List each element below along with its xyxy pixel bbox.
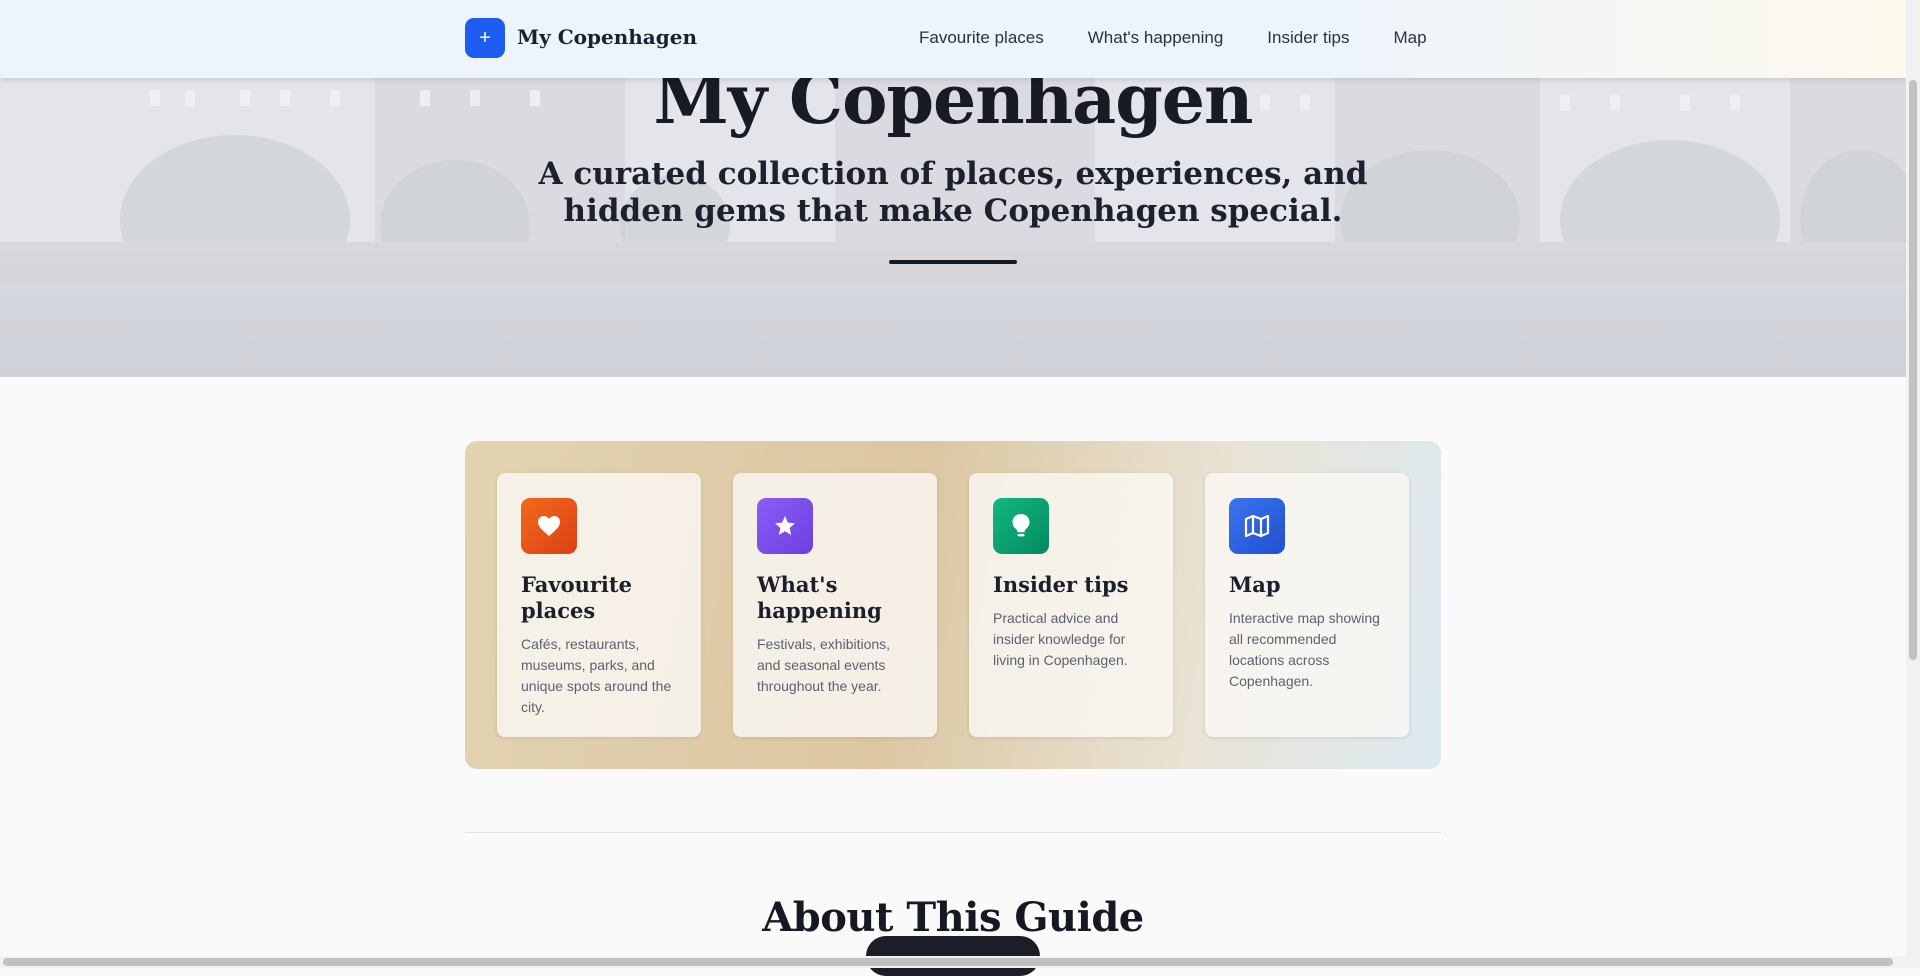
logo-text[interactable]: My Copenhagen: [517, 25, 697, 49]
hero-divider: [889, 260, 1017, 264]
hero-subtitle: A curated collection of places, experien…: [0, 156, 1906, 230]
hero-subtitle-line-1: A curated collection of places, experien…: [538, 156, 1368, 192]
horizontal-scrollbar-thumb[interactable]: [3, 958, 1893, 966]
feature-cards-panel: Favourite places Cafés, restaurants, mus…: [465, 441, 1441, 769]
lightbulb-icon: [993, 498, 1049, 554]
section-divider: [465, 832, 1441, 833]
top-navigation: + My Copenhagen Favourite places What's …: [0, 0, 1906, 78]
feature-card-whats-happening[interactable]: What's happening Festivals, exhibitions,…: [733, 473, 937, 737]
nav-link-map[interactable]: Map: [1394, 28, 1427, 48]
feature-card-favourite-places[interactable]: Favourite places Cafés, restaurants, mus…: [497, 473, 701, 737]
feature-card-insider-tips[interactable]: Insider tips Practical advice and inside…: [969, 473, 1173, 737]
feature-description: Interactive map showing all recommended …: [1229, 610, 1380, 689]
nav-links: Favourite places What's happening Inside…: [919, 28, 1427, 48]
star-icon: [757, 498, 813, 554]
horizontal-scrollbar[interactable]: [0, 956, 1906, 968]
nav-link-insider-tips[interactable]: Insider tips: [1267, 28, 1349, 48]
map-icon: [1229, 498, 1285, 554]
feature-description: Practical advice and insider knowledge f…: [993, 610, 1128, 668]
vertical-scrollbar-thumb[interactable]: [1909, 80, 1917, 660]
nav-link-whats-happening[interactable]: What's happening: [1088, 28, 1224, 48]
feature-title: Favourite places: [521, 572, 632, 623]
logo-badge-icon[interactable]: +: [465, 18, 505, 58]
feature-title: Map: [1229, 572, 1281, 597]
logo-plus-glyph: +: [479, 27, 491, 49]
feature-card-map[interactable]: Map Interactive map showing all recommen…: [1205, 473, 1409, 737]
about-heading: About This Guide: [762, 894, 1144, 941]
heart-icon: [521, 498, 577, 554]
nav-link-favourite-places[interactable]: Favourite places: [919, 28, 1044, 48]
hero-subtitle-line-2: hidden gems that make Copenhagen special…: [563, 193, 1343, 229]
feature-title: Insider tips: [993, 572, 1129, 597]
feature-description: Cafés, restaurants, museums, parks, and …: [521, 636, 672, 715]
feature-description: Festivals, exhibitions, and seasonal eve…: [757, 636, 891, 694]
vertical-scrollbar[interactable]: [1906, 0, 1920, 968]
feature-title: What's happening: [757, 572, 882, 623]
